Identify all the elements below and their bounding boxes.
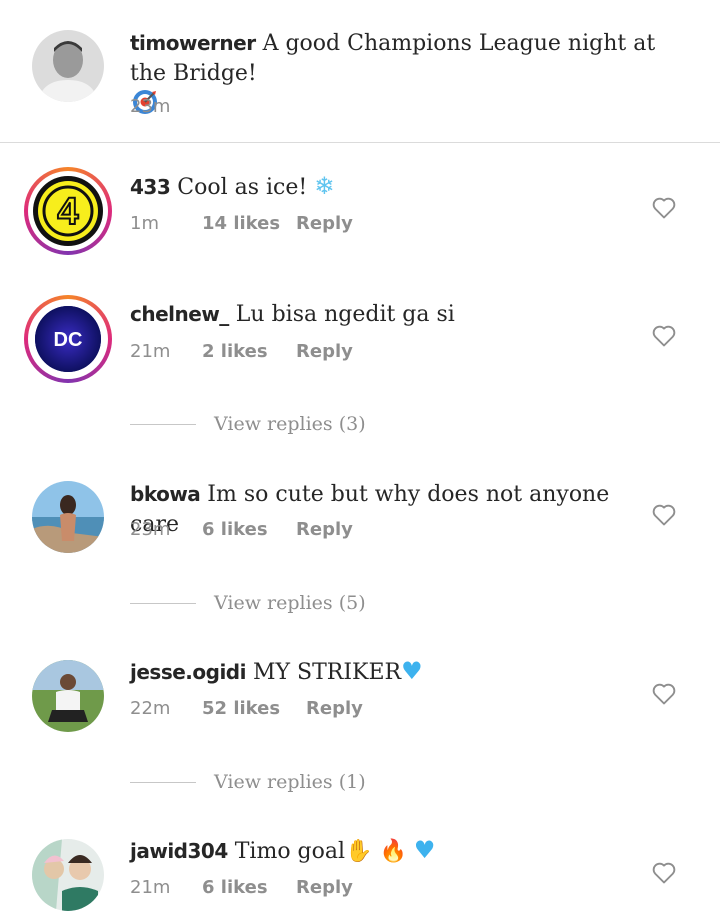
comment-avatar-ring[interactable]: DC: [24, 295, 112, 383]
view-replies-button[interactable]: View replies (5): [130, 592, 366, 614]
comment-avatar[interactable]: [32, 839, 104, 911]
comment-time: 1m: [130, 213, 159, 234]
comment-likes[interactable]: 14 likes: [202, 213, 296, 234]
comment-body: jawid304 Timo goal✋ 🔥 ♥: [130, 835, 650, 867]
comment-meta: 23m 6 likes Reply: [130, 519, 353, 540]
view-replies-label[interactable]: View replies (3): [214, 413, 366, 435]
heart-outline-icon[interactable]: [650, 858, 678, 886]
comment-meta: 21m 2 likes Reply: [130, 341, 353, 362]
reply-button[interactable]: Reply: [296, 213, 353, 234]
view-replies-divider: [130, 423, 196, 425]
comment-body: 433 Cool as ice! ❄: [130, 171, 650, 203]
caption-time: 23m: [130, 96, 171, 117]
reply-button[interactable]: Reply: [296, 877, 353, 898]
comment-username[interactable]: chelnew_: [130, 302, 229, 326]
caption-text-block: timowerner A good Champions League night…: [130, 28, 690, 119]
comment-likes[interactable]: 52 likes: [202, 698, 306, 719]
heart-outline-icon[interactable]: [650, 321, 678, 349]
clap-emoji-icon: ✋: [345, 839, 373, 864]
comment-meta: 1m 14 likes Reply: [130, 213, 353, 234]
comment-username[interactable]: 433: [130, 175, 171, 199]
comment-text: Timo goal: [234, 839, 346, 864]
comment-text: Cool as ice!: [177, 175, 308, 200]
chelnew-avatar-logo: DC: [33, 304, 103, 374]
comment-likes[interactable]: 2 likes: [202, 341, 296, 362]
comment-text: MY STRIKER: [252, 660, 402, 685]
view-replies-button[interactable]: View replies (3): [130, 413, 366, 435]
reply-button[interactable]: Reply: [306, 698, 363, 719]
comment-text: Lu bisa ngedit ga si: [235, 302, 455, 327]
comment-avatar[interactable]: [32, 660, 104, 732]
heart-outline-icon[interactable]: [650, 679, 678, 707]
comment-likes[interactable]: 6 likes: [202, 519, 296, 540]
comment-body: chelnew_ Lu bisa ngedit ga si: [130, 299, 650, 330]
fire-emoji-icon: 🔥: [379, 839, 407, 864]
chelnew-badge-text: DC: [54, 329, 83, 351]
comment-time: 22m: [130, 698, 171, 719]
comment-body: jesse.ogidi MY STRIKER♥: [130, 656, 650, 688]
comment-time: 21m: [130, 877, 171, 898]
jawid304-avatar-photo: [32, 839, 104, 911]
timowerner-avatar-photo: [32, 30, 104, 102]
reply-button[interactable]: Reply: [296, 519, 353, 540]
433-badge-text: 4: [57, 191, 78, 233]
comment-likes[interactable]: 6 likes: [202, 877, 296, 898]
caption-meta: 23m: [130, 96, 202, 117]
comment-username[interactable]: bkowa: [130, 482, 201, 506]
heart-outline-icon[interactable]: [650, 193, 678, 221]
blue-heart-emoji-icon: ♥: [401, 657, 423, 685]
reply-button[interactable]: Reply: [296, 341, 353, 362]
comment-time: 23m: [130, 519, 171, 540]
view-replies-button[interactable]: View replies (1): [130, 771, 366, 793]
comment-avatar-ring[interactable]: 4: [24, 167, 112, 255]
comment-meta: 21m 6 likes Reply: [130, 877, 353, 898]
comment-time: 21m: [130, 341, 171, 362]
jesse-ogidi-avatar-photo: [32, 660, 104, 732]
caption-avatar[interactable]: [32, 30, 104, 102]
comment-username[interactable]: jesse.ogidi: [130, 660, 246, 684]
caption-username[interactable]: timowerner: [130, 31, 256, 55]
snowflake-emoji-icon: ❄: [314, 172, 335, 200]
heart-outline-icon[interactable]: [650, 500, 678, 528]
view-replies-divider: [130, 781, 196, 783]
view-replies-label[interactable]: View replies (5): [214, 592, 366, 614]
post-caption: timowerner A good Champions League night…: [0, 0, 720, 143]
view-replies-divider: [130, 602, 196, 604]
bkowa-avatar-photo: [32, 481, 104, 553]
comment-avatar[interactable]: [32, 481, 104, 553]
433-avatar-logo: 4: [33, 176, 103, 246]
view-replies-label[interactable]: View replies (1): [214, 771, 366, 793]
comment-meta: 22m 52 likes Reply: [130, 698, 363, 719]
blue-heart-emoji-icon: ♥: [413, 836, 436, 864]
comment-username[interactable]: jawid304: [130, 839, 228, 863]
